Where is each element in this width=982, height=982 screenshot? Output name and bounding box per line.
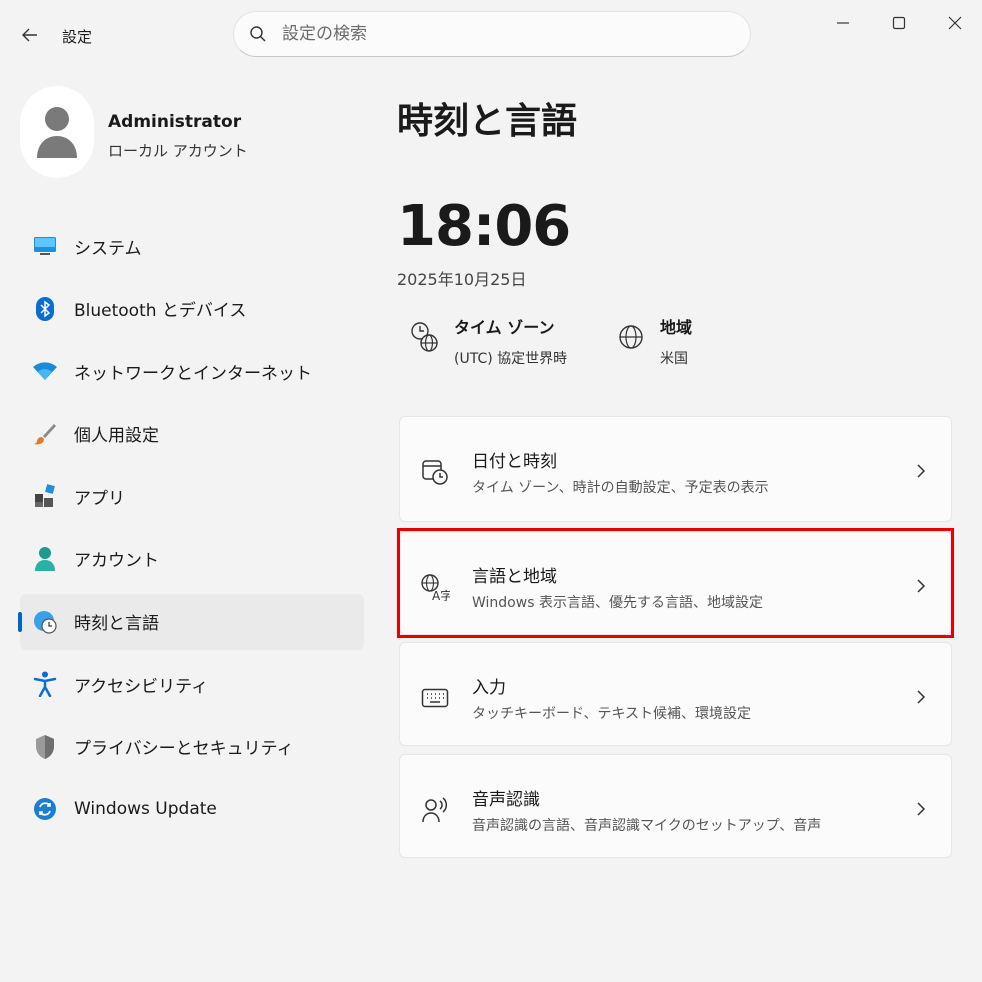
sidebar-item-accounts[interactable]: アカウント bbox=[20, 531, 364, 587]
sidebar-nav: システム Bluetooth とデバイス ネットワークとインターネット 個人用設… bbox=[18, 218, 364, 844]
shield-icon bbox=[32, 734, 58, 760]
language-region-card[interactable]: A字 言語と地域 Windows 表示言語、優先する言語、地域設定 bbox=[399, 531, 952, 635]
user-avatar-icon bbox=[37, 107, 77, 158]
sidebar-item-personalization[interactable]: 個人用設定 bbox=[20, 406, 364, 462]
maximize-icon bbox=[892, 16, 906, 30]
minimize-button[interactable] bbox=[820, 6, 866, 40]
sidebar-item-windows-update[interactable]: Windows Update bbox=[20, 781, 364, 837]
avatar bbox=[20, 86, 94, 178]
region-info: 地域 米国 bbox=[614, 312, 692, 368]
wifi-icon bbox=[32, 358, 58, 384]
chevron-right-icon bbox=[913, 801, 929, 817]
sidebar-item-apps[interactable]: アプリ bbox=[20, 468, 364, 524]
back-arrow-icon bbox=[22, 28, 37, 42]
system-icon bbox=[32, 233, 58, 259]
title-bar: 設定 bbox=[0, 0, 982, 68]
page-title: 時刻と言語 bbox=[397, 101, 578, 142]
sidebar-item-privacy[interactable]: プライバシーとセキュリティ bbox=[20, 719, 364, 775]
apps-icon bbox=[32, 483, 58, 509]
keyboard-icon bbox=[420, 683, 450, 713]
calendar-clock-icon bbox=[420, 457, 450, 487]
close-button[interactable] bbox=[932, 6, 978, 40]
sidebar-item-system[interactable]: システム bbox=[20, 218, 364, 274]
brush-icon bbox=[32, 421, 58, 447]
sidebar-item-bluetooth[interactable]: Bluetooth とデバイス bbox=[20, 281, 364, 337]
timezone-globe-icon bbox=[408, 320, 442, 354]
region-globe-icon bbox=[614, 320, 648, 354]
current-date: 2025年10月25日 bbox=[397, 270, 527, 289]
input-card[interactable]: 入力 タッチキーボード、テキスト候補、環境設定 bbox=[399, 642, 952, 746]
date-time-card[interactable]: 日付と時刻 タイム ゾーン、時計の自動設定、予定表の表示 bbox=[399, 416, 952, 522]
user-name: Administrator bbox=[108, 112, 242, 132]
svg-text:A字: A字 bbox=[432, 588, 450, 601]
account-icon bbox=[32, 546, 58, 572]
time-language-icon bbox=[32, 609, 58, 635]
minimize-icon bbox=[837, 22, 849, 24]
maximize-button[interactable] bbox=[876, 6, 922, 40]
search-box[interactable] bbox=[233, 11, 751, 57]
search-input[interactable] bbox=[282, 24, 702, 44]
speech-card[interactable]: 音声認識 音声認識の言語、音声認識マイクのセットアップ、音声 bbox=[399, 754, 952, 858]
current-time: 18:06 bbox=[397, 194, 571, 259]
sidebar-item-time-language[interactable]: 時刻と言語 bbox=[18, 593, 364, 650]
update-icon bbox=[32, 796, 58, 822]
speech-icon bbox=[420, 795, 450, 825]
sidebar-item-network[interactable]: ネットワークとインターネット bbox=[20, 343, 364, 399]
accessibility-icon bbox=[32, 671, 58, 698]
back-button[interactable] bbox=[14, 20, 46, 50]
language-icon: A字 bbox=[420, 572, 450, 602]
bluetooth-icon bbox=[32, 296, 58, 322]
close-icon bbox=[948, 16, 962, 30]
user-profile[interactable]: Administrator ローカル アカウント bbox=[20, 86, 360, 182]
chevron-right-icon bbox=[913, 463, 929, 479]
chevron-right-icon bbox=[913, 689, 929, 705]
app-title: 設定 bbox=[62, 28, 93, 46]
chevron-right-icon bbox=[913, 578, 929, 594]
timezone-info: タイム ゾーン (UTC) 協定世界時 bbox=[408, 312, 567, 368]
account-type: ローカル アカウント bbox=[108, 142, 248, 160]
sidebar-item-accessibility[interactable]: アクセシビリティ bbox=[20, 656, 364, 712]
search-icon bbox=[248, 24, 268, 44]
